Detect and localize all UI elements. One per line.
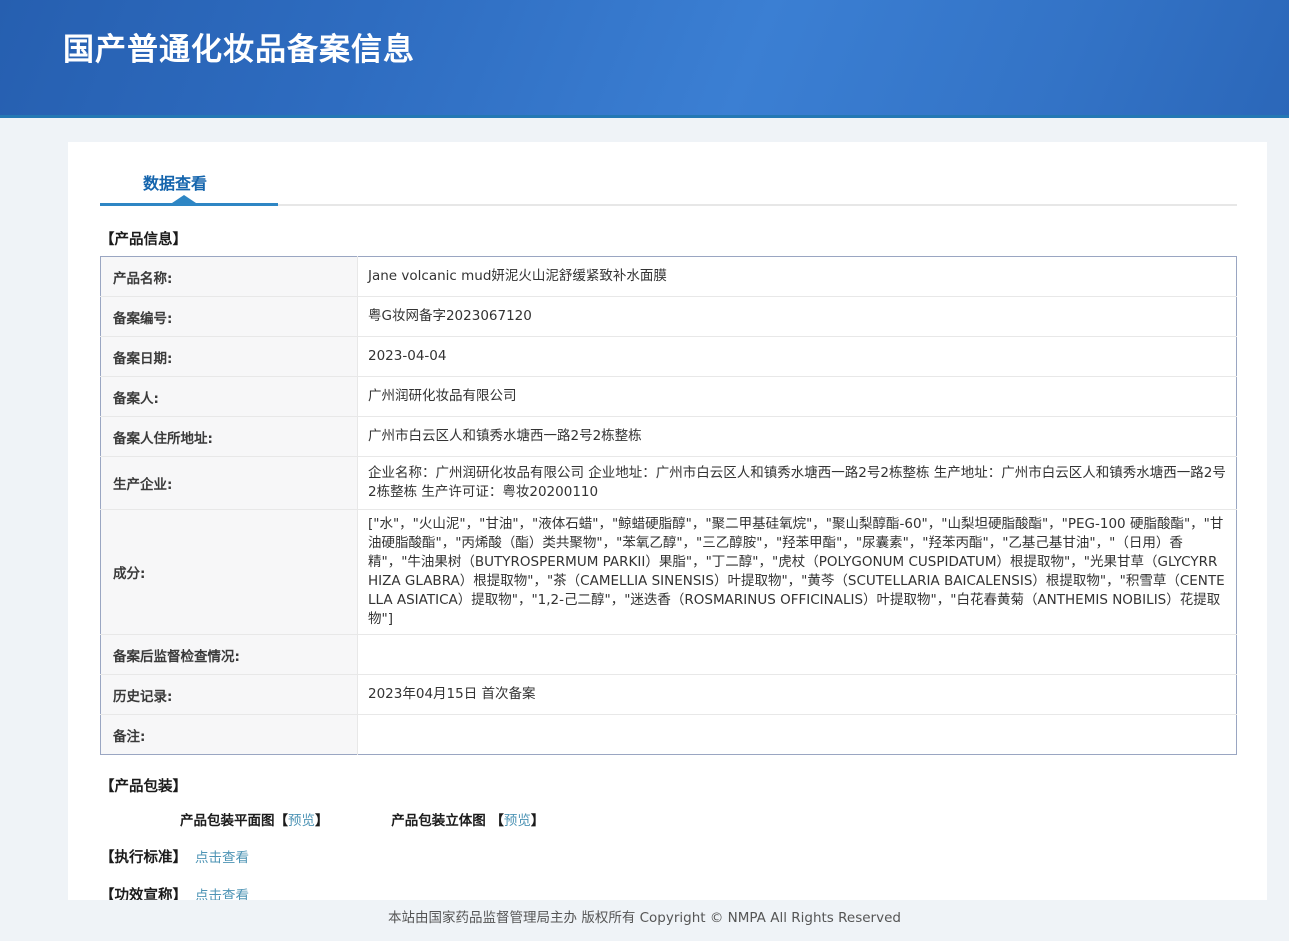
tab-caret-icon <box>172 195 196 203</box>
section-packaging: 【产品包装】 <box>100 775 1237 796</box>
bracket-close: 】 <box>531 813 545 829</box>
packaging-stereo-item: 产品包装立体图 【预览】 <box>391 813 544 829</box>
packaging-links-row: 产品包装平面图【预览】 产品包装立体图 【预览】 <box>180 809 1237 829</box>
row-value: 广州市白云区人和镇秀水塘西一路2号2栋整栋 <box>358 417 1237 457</box>
row-value: Jane volcanic mud妍泥火山泥舒缓紧致补水面膜 <box>358 257 1237 297</box>
tab-active-underline <box>100 203 278 206</box>
row-label: 备注: <box>101 715 358 755</box>
section-product-info: 【产品信息】 <box>100 228 1237 249</box>
packaging-stereo-label: 产品包装立体图 <box>391 813 486 829</box>
row-value: 广州润研化妆品有限公司 <box>358 377 1237 417</box>
table-row: 备注: <box>101 715 1237 755</box>
row-label: 备案人住所地址: <box>101 417 358 457</box>
row-label: 生产企业: <box>101 457 358 510</box>
efficacy-view-link[interactable]: 点击查看 <box>195 888 249 900</box>
packaging-flat-label: 产品包装平面图 <box>180 813 275 829</box>
table-row: 备案后监督检查情况: <box>101 635 1237 675</box>
row-label: 成分: <box>101 510 358 635</box>
row-value <box>358 715 1237 755</box>
table-row: 备案日期: 2023-04-04 <box>101 337 1237 377</box>
packaging-flat-preview-link[interactable]: 预览 <box>288 813 315 829</box>
row-label: 备案人: <box>101 377 358 417</box>
bracket-open: 【 <box>275 813 289 829</box>
product-info-table: 产品名称: Jane volcanic mud妍泥火山泥舒缓紧致补水面膜 备案编… <box>100 256 1237 755</box>
packaging-stereo-preview-link[interactable]: 预览 <box>504 813 531 829</box>
standard-view-link[interactable]: 点击查看 <box>195 850 249 866</box>
row-label: 备案编号: <box>101 297 358 337</box>
table-row: 产品名称: Jane volcanic mud妍泥火山泥舒缓紧致补水面膜 <box>101 257 1237 297</box>
row-label: 备案后监督检查情况: <box>101 635 358 675</box>
efficacy-row: 【功效宣称】点击查看 <box>100 884 1237 900</box>
packaging-flat-item: 产品包装平面图【预览】 <box>180 813 329 829</box>
tab-data-view[interactable]: 数据查看 <box>143 170 207 194</box>
table-row: 备案人住所地址: 广州市白云区人和镇秀水塘西一路2号2栋整栋 <box>101 417 1237 457</box>
section-efficacy: 【功效宣称】 <box>100 888 187 900</box>
table-row: 历史记录: 2023年04月15日 首次备案 <box>101 675 1237 715</box>
page-footer: 本站由国家药品监督管理局主办 版权所有 Copyright © NMPA All… <box>0 900 1289 938</box>
page-title: 国产普通化妆品备案信息 <box>63 24 1289 69</box>
content-card: 数据查看 【产品信息】 产品名称: Jane volcanic mud妍泥火山泥… <box>68 142 1267 900</box>
row-value: 2023年04月15日 首次备案 <box>358 675 1237 715</box>
bracket-open: 【 <box>490 813 504 829</box>
row-value: 企业名称：广州润研化妆品有限公司 企业地址：广州市白云区人和镇秀水塘西一路2号2… <box>358 457 1237 510</box>
row-value: 2023-04-04 <box>358 337 1237 377</box>
section-standard: 【执行标准】 <box>100 850 187 866</box>
row-value <box>358 635 1237 675</box>
table-row: 成分: ["水"，"火山泥"，"甘油"，"液体石蜡"，"鲸蜡硬脂醇"，"聚二甲基… <box>101 510 1237 635</box>
bracket-close: 】 <box>315 813 329 829</box>
table-row: 备案人: 广州润研化妆品有限公司 <box>101 377 1237 417</box>
page-header: 国产普通化妆品备案信息 <box>0 0 1289 118</box>
row-label: 历史记录: <box>101 675 358 715</box>
table-row: 备案编号: 粤G妆网备字2023067120 <box>101 297 1237 337</box>
row-value: 粤G妆网备字2023067120 <box>358 297 1237 337</box>
row-label: 产品名称: <box>101 257 358 297</box>
row-label: 备案日期: <box>101 337 358 377</box>
standard-row: 【执行标准】点击查看 <box>100 846 1237 867</box>
row-value: ["水"，"火山泥"，"甘油"，"液体石蜡"，"鲸蜡硬脂醇"，"聚二甲基硅氧烷"… <box>358 510 1237 635</box>
tab-bar: 数据查看 <box>100 168 1237 206</box>
table-row: 生产企业: 企业名称：广州润研化妆品有限公司 企业地址：广州市白云区人和镇秀水塘… <box>101 457 1237 510</box>
